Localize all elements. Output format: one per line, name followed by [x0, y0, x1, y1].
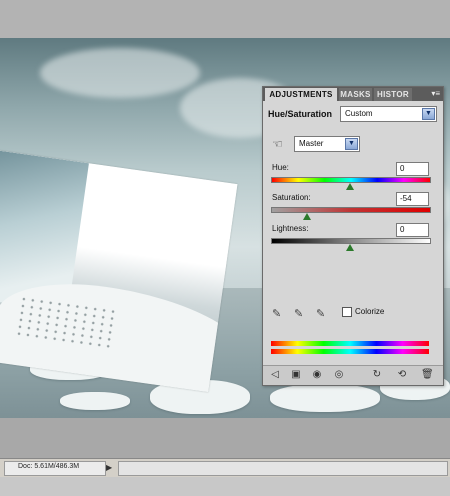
hue-input[interactable]: 0 [396, 162, 429, 176]
saturation-input[interactable]: -54 [396, 192, 429, 206]
preset-value: Custom [345, 109, 373, 118]
lightness-input[interactable]: 0 [396, 223, 429, 237]
input-spectrum-bar [271, 341, 429, 346]
back-arrow-icon[interactable]: ◁ [269, 369, 281, 381]
adjustment-title: Hue/Saturation [268, 109, 333, 119]
lightness-label: Lightness: [272, 224, 309, 233]
colorize-label: Colorize [355, 307, 385, 316]
colorize-checkbox[interactable] [342, 307, 352, 317]
output-spectrum-bar [271, 349, 429, 354]
pasted-glacier-layer[interactable] [0, 148, 238, 393]
chevron-down-icon: ▼ [345, 138, 358, 150]
status-menu-arrow-icon[interactable]: ▶ [106, 463, 112, 472]
cloud [40, 48, 200, 98]
status-bar: Doc: 5.61M/486.3M ▶ [0, 458, 450, 477]
saturation-slider-thumb[interactable] [303, 213, 311, 220]
tab-adjustments[interactable]: ADJUSTMENTS [265, 88, 337, 101]
preset-dropdown[interactable]: Custom ▼ [340, 106, 437, 122]
hue-value: 0 [400, 164, 405, 173]
eyedropper-minus-icon[interactable]: ✎ [316, 307, 325, 320]
previous-state-icon[interactable]: ↻ [371, 369, 383, 381]
ice-floe [270, 384, 380, 412]
clip-icon[interactable]: ◉ [311, 369, 323, 381]
pasteboard [0, 0, 450, 38]
doc-size-text: Doc: 5.61M/486.3M [18, 463, 80, 470]
bottom-strip [0, 477, 450, 496]
saturation-label: Saturation: [272, 193, 311, 202]
eye-icon[interactable]: ◎ [333, 369, 345, 381]
adjustments-panel: ADJUSTMENTS MASKS HISTOR ▾≡ Hue/Saturati… [262, 86, 444, 386]
targeted-adjustment-hand-icon[interactable]: ☜ [272, 137, 283, 151]
trash-icon[interactable]: 🗑 [421, 369, 434, 381]
eyedropper-plus-icon[interactable]: ✎ [294, 307, 303, 320]
ice-floe [60, 392, 130, 410]
panel-tab-bar: ADJUSTMENTS MASKS HISTOR ▾≡ [263, 87, 443, 101]
saturation-slider-track[interactable] [271, 207, 431, 213]
panel-menu-icon[interactable]: ▾≡ [431, 89, 440, 98]
hue-label: Hue: [272, 163, 289, 172]
horizontal-scrollbar[interactable] [118, 461, 448, 476]
hue-slider-thumb[interactable] [346, 183, 354, 190]
panel-footer: ◁ ▣ ◉ ◎ ↻ ⟲ 🗑 [263, 365, 443, 385]
tab-history[interactable]: HISTOR [374, 88, 412, 101]
lightness-slider-thumb[interactable] [346, 244, 354, 251]
reset-icon[interactable]: ⟲ [396, 369, 408, 381]
eyedropper-icon[interactable]: ✎ [272, 307, 281, 320]
layer-view-icon[interactable]: ▣ [290, 369, 302, 381]
lightness-value: 0 [400, 225, 405, 234]
tab-masks[interactable]: MASKS [339, 88, 372, 101]
channel-dropdown[interactable]: Master ▼ [294, 136, 360, 152]
channel-value: Master [299, 139, 324, 148]
chevron-down-icon: ▼ [422, 108, 435, 120]
saturation-value: -54 [400, 194, 412, 203]
